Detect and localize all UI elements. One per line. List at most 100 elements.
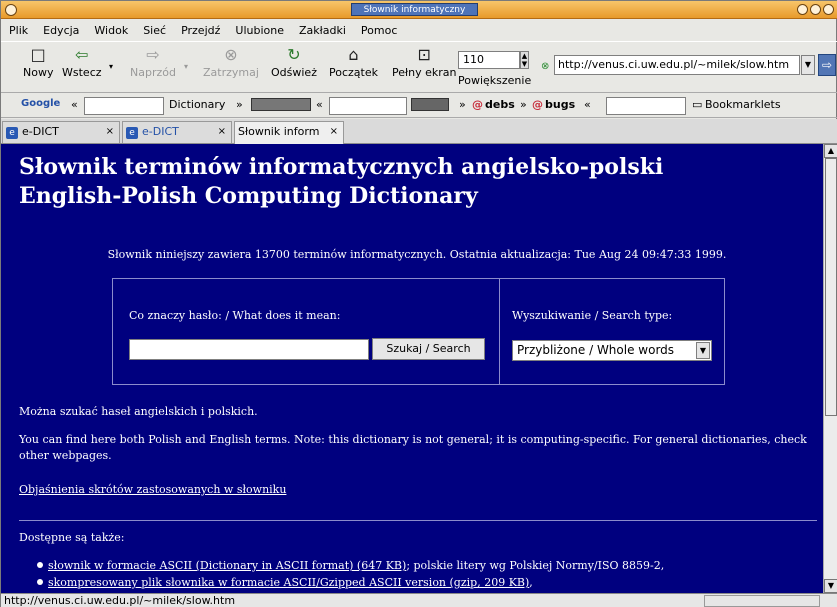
tab-e-dict-1[interactable]: e e-DICT × bbox=[2, 121, 120, 143]
maximize-icon[interactable] bbox=[810, 4, 821, 15]
status-bar: http://venus.ci.uw.edu.pl/~milek/slow.ht… bbox=[1, 593, 837, 607]
scroll-down-icon[interactable]: ▼ bbox=[824, 579, 837, 593]
reload-button[interactable]: ↻ Odśwież bbox=[271, 45, 317, 80]
chevron-down-icon: ▾ bbox=[184, 62, 189, 71]
forward-history-dropdown[interactable]: ▾ bbox=[184, 62, 188, 71]
stop-button[interactable]: ⊗ Zatrzymaj bbox=[203, 45, 259, 80]
tab-label: Słownik inform bbox=[238, 125, 320, 138]
tab-bar: e e-DICT × e e-DICT × Słownik inform × bbox=[1, 119, 837, 144]
google-logo[interactable]: Google bbox=[21, 98, 60, 109]
forward-button[interactable]: ⇨ Naprzód bbox=[130, 45, 176, 80]
close-tab-icon[interactable]: × bbox=[218, 122, 226, 142]
scroll-up-icon[interactable]: ▲ bbox=[824, 144, 837, 158]
reload-label: Odśwież bbox=[271, 66, 317, 79]
ie-page-icon: e bbox=[126, 127, 138, 139]
menu-bookmarks[interactable]: Zakładki bbox=[299, 24, 346, 37]
expand-icon[interactable]: » bbox=[459, 98, 466, 111]
ie-page-icon: e bbox=[6, 127, 18, 139]
abbreviations-link[interactable]: Objaśnienia skrótów zastosowanych w słow… bbox=[19, 483, 286, 496]
search-type-value: Przybliżone / Whole words bbox=[517, 343, 675, 357]
expand-icon[interactable]: » bbox=[520, 98, 527, 111]
bookmarks-toolbar: Google « Dictionary » « » @ debs » @ bug… bbox=[1, 94, 837, 118]
collapse-icon[interactable]: « bbox=[316, 98, 323, 111]
chevron-down-icon: ▼ bbox=[521, 60, 528, 68]
bookmark-bugs[interactable]: bugs bbox=[545, 98, 575, 111]
back-label: Wstecz bbox=[62, 66, 102, 79]
bookmark-debs[interactable]: debs bbox=[485, 98, 515, 111]
back-button[interactable]: ⇦ Wstecz bbox=[62, 46, 102, 80]
note-polish: Można szukać haseł angielskich i polskic… bbox=[19, 405, 258, 418]
new-button[interactable]: □ Nowy bbox=[23, 46, 54, 80]
bookmark-logo-button[interactable] bbox=[411, 98, 449, 111]
item-note: ; polskie litery wg Polskiej Normy/ISO 8… bbox=[406, 559, 665, 572]
google-search-input[interactable] bbox=[84, 97, 164, 115]
home-label: Początek bbox=[329, 66, 378, 79]
bookmark-dictionary[interactable]: Dictionary bbox=[169, 98, 225, 111]
zoom-stepper[interactable]: ▲ ▼ bbox=[520, 51, 529, 69]
search-input[interactable] bbox=[129, 339, 369, 360]
menu-go[interactable]: Przejdź bbox=[181, 24, 220, 37]
bookmark-image-button[interactable] bbox=[251, 98, 311, 111]
stop-icon: ⊗ bbox=[224, 45, 238, 64]
bugs-search-input[interactable] bbox=[606, 97, 686, 115]
fullscreen-button[interactable]: ⊡ Pełny ekran bbox=[392, 46, 457, 80]
search-type-label: Wyszukiwanie / Search type: bbox=[512, 309, 673, 322]
new-label: Nowy bbox=[23, 66, 54, 79]
title-bar: Słownik informatyczny bbox=[1, 1, 837, 19]
search-button[interactable]: Szukaj / Search bbox=[372, 338, 485, 360]
folder-icon: ▭ bbox=[692, 98, 703, 111]
menu-favorites[interactable]: Ulubione bbox=[235, 24, 284, 37]
form-divider bbox=[499, 279, 500, 384]
page-title: Słownik terminów informatycznych angiels… bbox=[19, 153, 663, 211]
menu-view[interactable]: Widok bbox=[94, 24, 128, 37]
zoom-label: Powiększenie bbox=[458, 74, 532, 87]
bullet-icon bbox=[37, 562, 43, 568]
close-tab-icon[interactable]: × bbox=[330, 122, 338, 142]
zoom-input[interactable]: 110 bbox=[458, 51, 520, 69]
window-controls bbox=[797, 4, 834, 15]
list-item: słownik w formacie ASCII (Dictionary in … bbox=[37, 559, 664, 572]
window-menu-icon[interactable] bbox=[5, 4, 17, 16]
collapse-icon[interactable]: « bbox=[584, 98, 591, 111]
go-icon: ⇨ bbox=[821, 58, 833, 72]
chevron-down-icon: ▼ bbox=[804, 60, 812, 69]
note-english: You can find here both Polish and Englis… bbox=[19, 433, 807, 462]
page-left-margin bbox=[1, 144, 11, 593]
abbreviations-paragraph: Objaśnienia skrótów zastosowanych w słow… bbox=[19, 482, 819, 498]
close-tab-icon[interactable]: × bbox=[106, 122, 114, 142]
menu-bar: Plik Edycja Widok Sieć Przejdź Ulubione … bbox=[1, 19, 837, 41]
forward-arrow-icon: ⇨ bbox=[146, 45, 160, 64]
bullet-icon bbox=[37, 579, 43, 585]
vertical-scrollbar[interactable]: ▲ ▼ bbox=[823, 144, 837, 593]
gzip-download-link[interactable]: skompresowany plik słownika w formacie A… bbox=[48, 576, 529, 589]
tab-slownik[interactable]: Słownik inform × bbox=[234, 121, 344, 144]
scroll-thumb[interactable] bbox=[825, 158, 837, 416]
tab-label: e-DICT bbox=[142, 125, 179, 138]
divider bbox=[19, 520, 817, 521]
menu-edit[interactable]: Edycja bbox=[43, 24, 79, 37]
expand-icon[interactable]: » bbox=[236, 98, 243, 111]
close-icon[interactable] bbox=[823, 4, 834, 15]
bookmark-search-input[interactable] bbox=[329, 97, 407, 115]
reload-icon: ↻ bbox=[287, 45, 301, 64]
minimize-icon[interactable] bbox=[797, 4, 808, 15]
collapse-icon[interactable]: « bbox=[71, 98, 78, 111]
back-history-dropdown[interactable]: ▾ bbox=[109, 62, 113, 71]
menu-help[interactable]: Pomoc bbox=[361, 24, 397, 37]
tab-e-dict-2[interactable]: e e-DICT × bbox=[122, 121, 232, 143]
menu-network[interactable]: Sieć bbox=[143, 24, 166, 37]
query-label: Co znaczy hasło: / What does it mean: bbox=[129, 309, 341, 322]
available-heading: Dostępne są także: bbox=[19, 531, 125, 544]
search-type-select[interactable]: Przybliżone / Whole words ▼ bbox=[512, 340, 712, 361]
url-field[interactable]: http://venus.ci.uw.edu.pl/~milek/slow.ht… bbox=[554, 55, 800, 75]
url-history-dropdown[interactable]: ▼ bbox=[801, 55, 815, 75]
chevron-down-icon: ▾ bbox=[109, 62, 114, 71]
page-content: Słownik terminów informatycznych angiels… bbox=[11, 144, 823, 593]
ascii-download-link[interactable]: słownik w formacie ASCII (Dictionary in … bbox=[48, 559, 406, 572]
status-text: http://venus.ci.uw.edu.pl/~milek/slow.ht… bbox=[4, 594, 236, 607]
home-button[interactable]: ⌂ Początek bbox=[329, 46, 378, 80]
bookmark-bookmarklets[interactable]: Bookmarklets bbox=[705, 98, 781, 111]
browser-window: Słownik informatyczny Plik Edycja Widok … bbox=[0, 0, 837, 607]
menu-file[interactable]: Plik bbox=[9, 24, 28, 37]
go-button[interactable]: ⇨ bbox=[818, 54, 836, 76]
